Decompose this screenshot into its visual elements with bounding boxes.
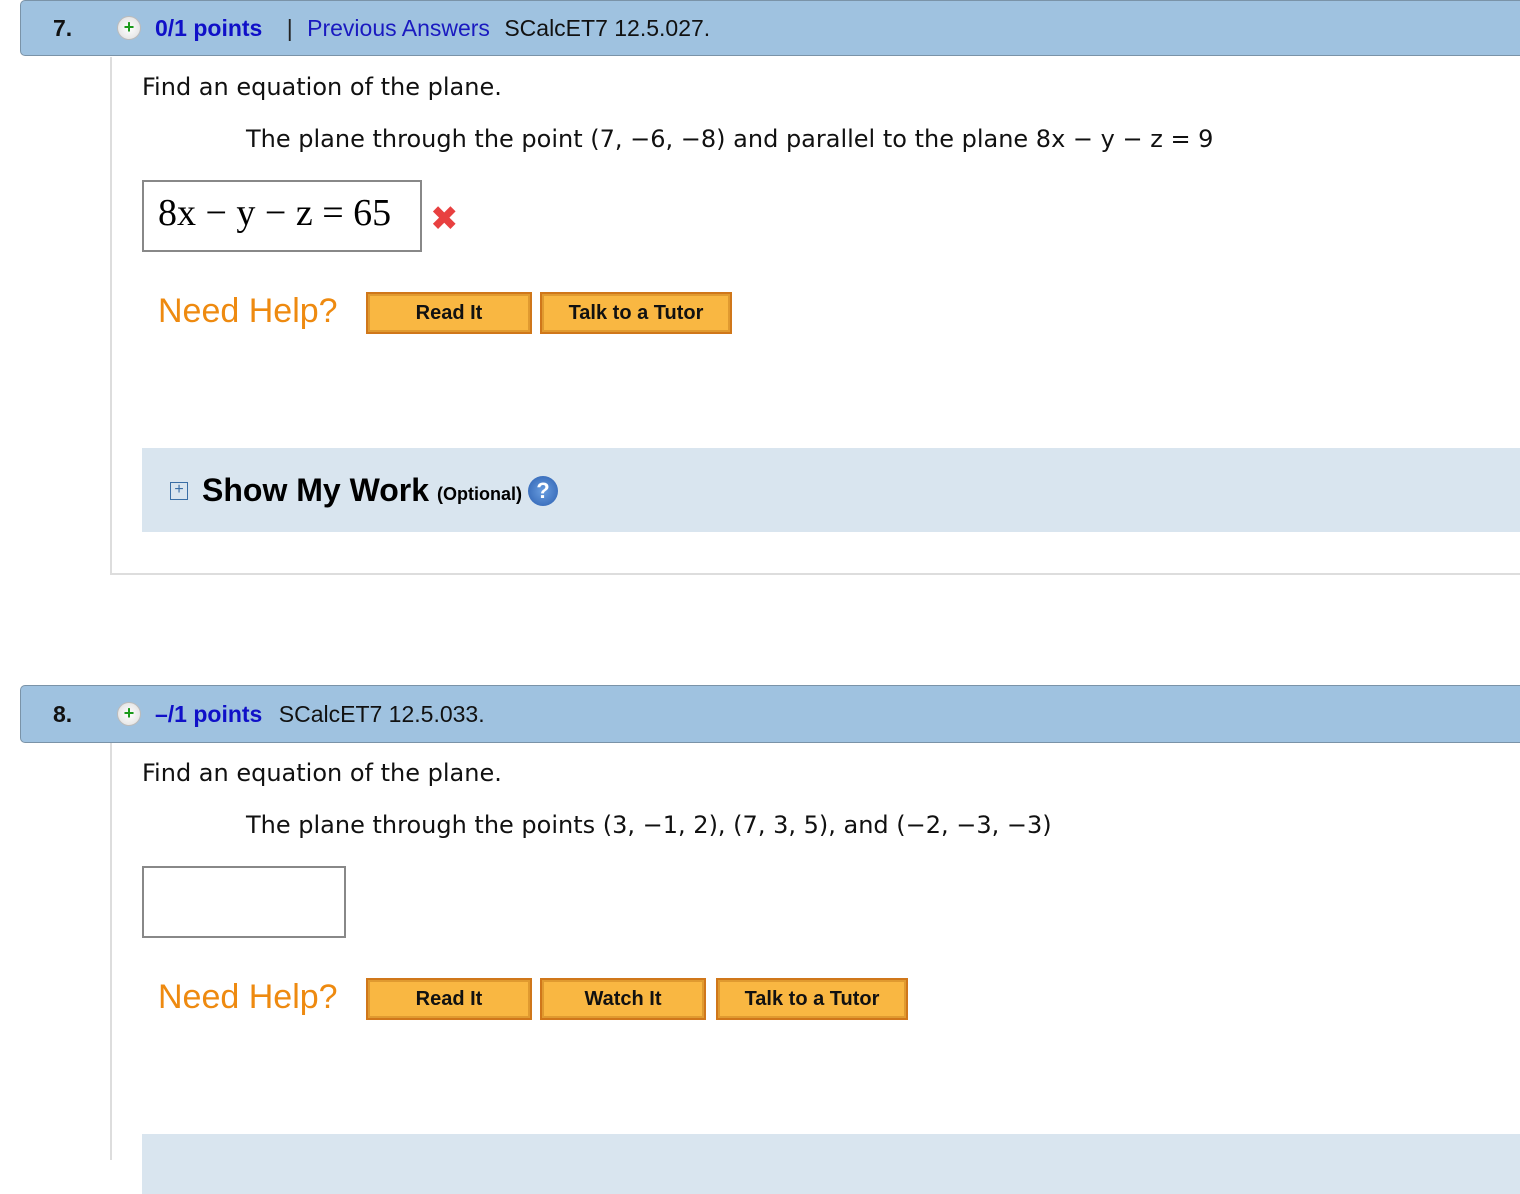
need-help-label: Need Help?: [158, 292, 338, 330]
question-7-body: Find an equation of the plane. The plane…: [110, 57, 1520, 575]
problem-code: SCalcET7 12.5.033.: [278, 700, 485, 727]
expand-plus-icon[interactable]: +: [117, 16, 141, 40]
question-prompt: Find an equation of the plane.: [142, 759, 502, 787]
points-link[interactable]: –/1 points: [155, 701, 262, 727]
expand-square-icon[interactable]: +: [170, 481, 188, 500]
previous-answers-link[interactable]: Previous Answers: [307, 15, 490, 41]
optional-label: (Optional): [436, 484, 522, 504]
show-my-work-panel: [142, 1134, 1520, 1194]
question-detail: The plane through the points (3, −1, 2),…: [246, 811, 1052, 839]
read-it-button[interactable]: Read It: [366, 292, 532, 334]
question-8-body: Find an equation of the plane. The plane…: [110, 743, 1520, 1194]
incorrect-x-icon: ✖: [430, 199, 459, 239]
talk-to-tutor-button[interactable]: Talk to a Tutor: [716, 978, 908, 1020]
divider: [112, 573, 1520, 575]
show-my-work-toggle[interactable]: Show My Work: [202, 472, 429, 509]
answer-input[interactable]: 8x − y − z = 65: [142, 180, 422, 252]
question-number: 8.: [53, 700, 73, 727]
question-7-header: 7. + 0/1 points | Previous Answers SCalc…: [20, 0, 1520, 56]
watch-it-button[interactable]: Watch It: [540, 978, 706, 1020]
points-link[interactable]: 0/1 points: [155, 15, 262, 41]
help-question-icon[interactable]: ?: [527, 475, 558, 506]
expand-plus-icon[interactable]: +: [117, 702, 141, 726]
problem-code: SCalcET7 12.5.027.: [504, 14, 711, 41]
separator: |: [286, 14, 293, 41]
answer-input[interactable]: [142, 866, 346, 938]
question-8-header: 8. + –/1 points SCalcET7 12.5.033.: [20, 685, 1520, 743]
show-my-work-panel: + Show My Work (Optional) ?: [142, 448, 1520, 532]
question-number: 7.: [53, 14, 73, 41]
read-it-button[interactable]: Read It: [366, 978, 532, 1020]
question-prompt: Find an equation of the plane.: [142, 73, 502, 101]
need-help-label: Need Help?: [158, 978, 338, 1016]
talk-to-tutor-button[interactable]: Talk to a Tutor: [540, 292, 732, 334]
question-detail: The plane through the point (7, −6, −8) …: [246, 125, 1214, 153]
